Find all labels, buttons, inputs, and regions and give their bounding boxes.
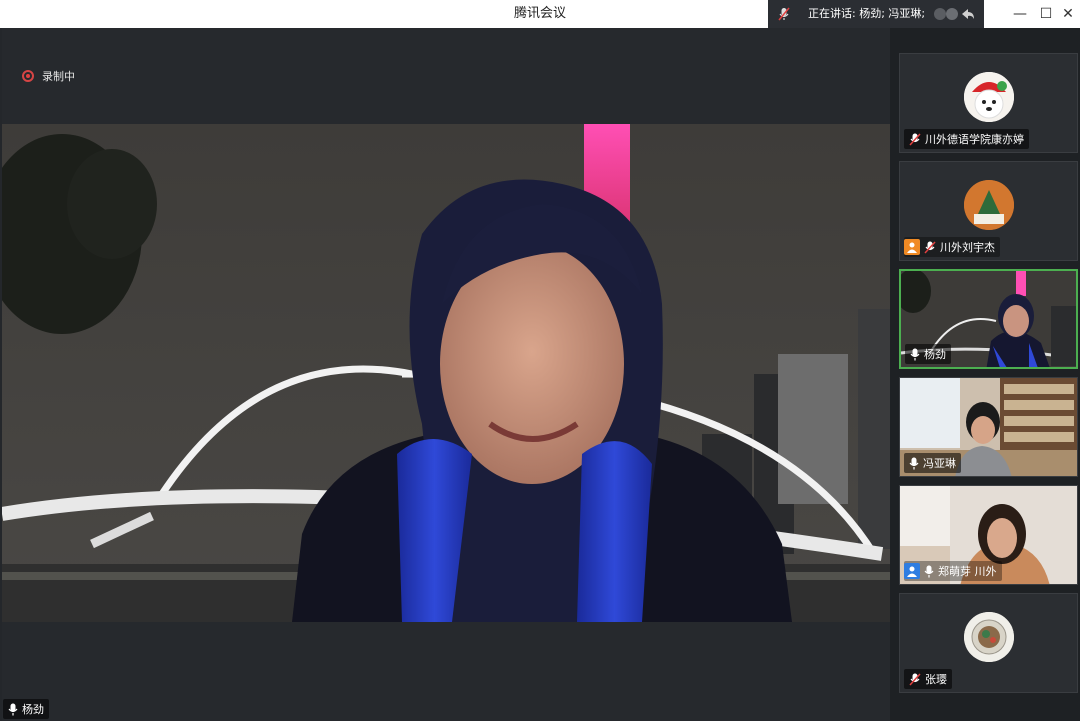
mic-icon [924, 565, 934, 577]
speaker-name: 杨劲 [22, 703, 44, 716]
participant-name-tag: 杨劲 [905, 344, 951, 364]
participant-tile[interactable]: 川外德语学院康亦婷 [899, 53, 1078, 153]
mic-muted-icon [778, 7, 790, 21]
participant-name-tag: 张璎 [904, 669, 952, 689]
participant-tile[interactable]: 川外刘宇杰 [899, 161, 1078, 261]
participant-name-tag: 川外刘宇杰 [904, 237, 1000, 257]
mic-icon [910, 348, 920, 360]
mic-muted-icon [909, 672, 921, 686]
speaker-video-frame [2, 124, 890, 622]
participant-sidebar: 川外德语学院康亦婷 川外刘宇杰 杨劲 冯亚琳 郑萌芽 川外 张璎 [890, 28, 1080, 721]
participant-tile-active[interactable]: 杨劲 [899, 269, 1078, 369]
avatar [964, 72, 1014, 122]
mic-icon [909, 457, 919, 469]
recording-label: 录制中 [42, 70, 75, 83]
avatar [964, 180, 1014, 230]
participant-tile[interactable]: 张璎 [899, 593, 1078, 693]
participant-name-tag: 川外德语学院康亦婷 [904, 129, 1029, 149]
recording-icon [22, 70, 34, 82]
title-bar: 腾讯会议 正在讲话: 杨劲; 冯亚琳; — ☐ ✕ [0, 0, 1080, 28]
collapse-speaking-icon[interactable] [930, 6, 976, 22]
speaking-indicator: 正在讲话: 杨劲; 冯亚琳; [768, 0, 984, 28]
participant-name: 杨劲 [924, 348, 946, 361]
host-badge-icon [904, 239, 920, 255]
dog-avatar-icon [964, 72, 1014, 122]
participant-name: 张璎 [925, 673, 947, 686]
participant-tile[interactable]: 冯亚琳 [899, 377, 1078, 477]
speaker-video[interactable] [2, 124, 890, 622]
participant-name: 郑萌芽 川外 [938, 565, 997, 578]
close-button[interactable]: ✕ [1052, 0, 1080, 28]
recording-indicator[interactable]: 录制中 [22, 68, 75, 84]
participant-name: 川外刘宇杰 [940, 241, 995, 254]
participant-tile[interactable]: 郑萌芽 川外 [899, 485, 1078, 585]
mic-muted-icon [924, 240, 936, 254]
cohost-badge-icon [904, 563, 920, 579]
participant-name: 冯亚琳 [923, 457, 956, 470]
participant-name-tag: 冯亚琳 [904, 453, 961, 473]
mic-muted-icon [909, 132, 921, 146]
participant-name-tag: 郑萌芽 川外 [904, 561, 1002, 581]
tree-avatar-icon [964, 180, 1014, 230]
mic-icon [8, 703, 18, 715]
avatar [964, 612, 1014, 662]
participant-name: 川外德语学院康亦婷 [925, 133, 1024, 146]
badge-avatar-icon [964, 612, 1014, 662]
speaker-name-tag: 杨劲 [3, 699, 49, 719]
speaking-text: 正在讲话: 杨劲; 冯亚琳; [808, 7, 926, 20]
